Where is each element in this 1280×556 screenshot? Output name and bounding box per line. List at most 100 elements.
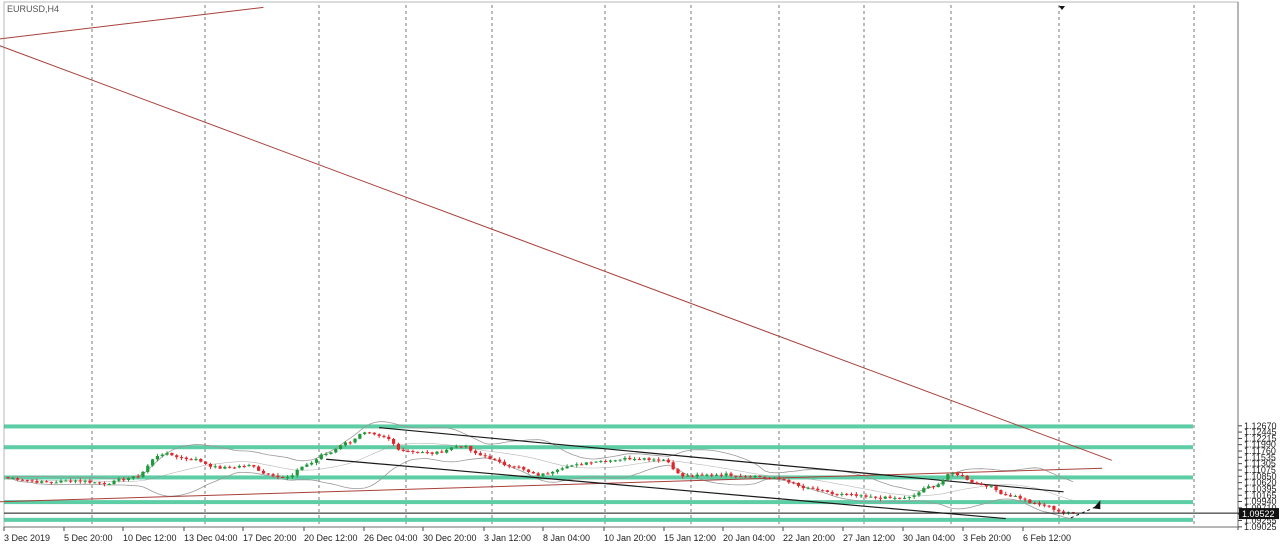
candle-body	[218, 466, 222, 469]
x-tick-label: 17 Dec 20:00	[243, 533, 297, 543]
candle-body	[237, 466, 241, 468]
candle-body	[281, 476, 285, 478]
candle-body	[300, 466, 304, 470]
candle-body	[184, 457, 188, 460]
candle-body	[358, 434, 362, 439]
x-tick-label: 27 Jan 12:00	[843, 533, 895, 543]
candle-body	[430, 452, 434, 454]
candle-body	[927, 486, 931, 489]
candle-body	[946, 474, 950, 480]
candle-body	[729, 473, 733, 476]
candle-body	[367, 432, 372, 434]
candle-body	[93, 482, 97, 484]
candle-body	[165, 452, 169, 455]
candle-body	[54, 482, 58, 484]
candle-body	[213, 466, 217, 468]
candle-body	[922, 488, 926, 493]
candle-body	[6, 477, 10, 479]
y-tick-label: 1.09025	[1244, 522, 1277, 532]
candle-body	[122, 479, 126, 481]
candle-body	[1023, 498, 1027, 500]
candle-body	[44, 481, 49, 483]
candle-body	[878, 497, 883, 499]
candle-body	[551, 471, 555, 474]
candle-body	[912, 495, 916, 497]
candle-body	[647, 458, 651, 460]
candle-body	[20, 479, 25, 481]
candle-body	[806, 487, 810, 489]
candle-body	[204, 461, 208, 464]
x-tick-label: 26 Dec 04:00	[364, 533, 418, 543]
candle-body	[1018, 495, 1022, 499]
candle-body	[69, 480, 73, 482]
candle-body	[1004, 494, 1008, 496]
x-tick-label: 3 Dec 2019	[4, 533, 50, 543]
candle-body	[522, 467, 526, 470]
candle-body	[1008, 495, 1013, 497]
candle-body	[859, 495, 863, 497]
candle-body	[401, 449, 405, 451]
candle-body	[35, 481, 39, 483]
x-tick-label: 30 Dec 20:00	[423, 533, 477, 543]
candle-body	[888, 496, 892, 498]
candle-body	[690, 475, 695, 477]
candle-body	[107, 483, 111, 485]
candle-body	[917, 492, 921, 496]
candle-body	[700, 474, 704, 476]
candle-body	[416, 451, 420, 453]
candle-body	[623, 457, 627, 460]
candle-body	[845, 493, 849, 495]
candle-body	[902, 497, 907, 499]
candle-body	[353, 438, 357, 443]
candle-body	[724, 473, 728, 476]
candle-body	[1033, 503, 1037, 505]
candle-body	[199, 458, 203, 462]
candle-body	[396, 443, 401, 450]
candle-body	[796, 482, 801, 486]
candle-body	[329, 452, 333, 454]
candle-body	[753, 475, 757, 478]
candle-body	[473, 450, 478, 454]
candle-body	[141, 471, 145, 477]
candle-body	[11, 478, 15, 480]
candle-body	[869, 496, 873, 498]
x-tick-label: 3 Feb 20:00	[963, 533, 1011, 543]
candle-body	[73, 480, 78, 482]
candle-body	[478, 453, 482, 456]
current-price-label: 1.09522	[1242, 509, 1275, 519]
candle-body	[189, 459, 193, 461]
candle-body	[420, 452, 425, 454]
candle-body	[661, 459, 666, 461]
candle-body	[874, 496, 878, 498]
candle-body	[898, 497, 902, 499]
candle-body	[507, 465, 511, 467]
candle-body	[931, 486, 936, 488]
candle-body	[276, 475, 280, 477]
candle-body	[314, 459, 319, 463]
candle-body	[392, 439, 396, 444]
candle-body	[493, 458, 497, 460]
x-tick-label: 30 Jan 04:00	[903, 533, 955, 543]
candle-body	[955, 473, 960, 476]
candle-body	[739, 476, 743, 478]
candle-body	[266, 473, 270, 475]
x-tick-label: 20 Dec 12:00	[304, 533, 358, 543]
candle-body	[936, 484, 940, 488]
candle-body	[560, 468, 564, 470]
candle-body	[763, 476, 767, 478]
x-tick-label: 22 Jan 20:00	[783, 533, 835, 543]
candle-body	[348, 442, 352, 444]
x-tick-label: 8 Jan 04:00	[543, 533, 590, 543]
candle-body	[671, 462, 675, 470]
chart-area: 1.12670 1.12445 1.12215 1.11990 1.11760 1.115…	[0, 0, 1280, 551]
x-tick-label: 10 Dec 12:00	[123, 533, 177, 543]
candle-body	[175, 455, 179, 458]
candle-body	[1042, 504, 1046, 506]
candle-body	[25, 480, 29, 482]
candle-body	[1037, 503, 1042, 505]
candle-body	[613, 460, 617, 462]
candle-body	[151, 459, 155, 466]
candle-body	[194, 458, 198, 460]
candle-body	[777, 477, 781, 479]
candle-body	[618, 459, 622, 461]
